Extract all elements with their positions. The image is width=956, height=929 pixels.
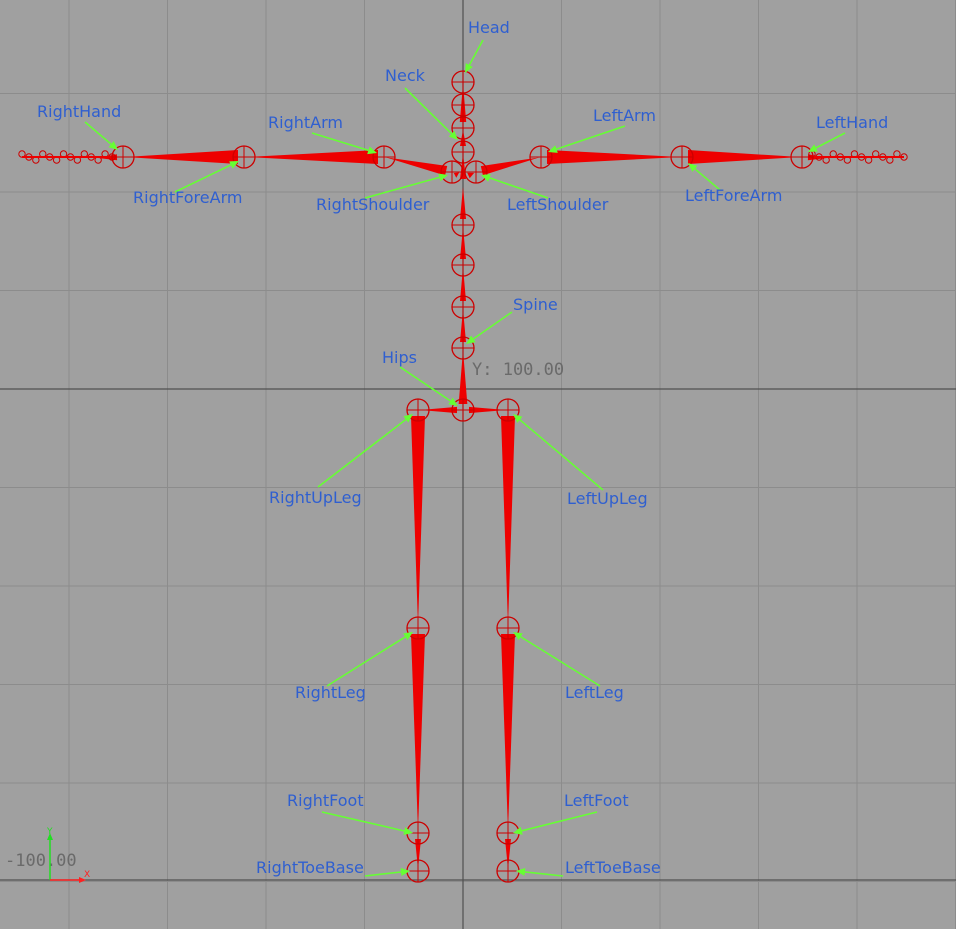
skeleton-viewport[interactable]: Head Neck RightHand RightArm LeftArm LeftHand…: [0, 0, 956, 929]
bone-l-clav: [467, 172, 475, 179]
x-axis-label: X: [84, 870, 90, 880]
bone-r-thigh: [411, 416, 425, 626]
bone-r-forearm: [125, 150, 238, 164]
label-left-hand: LeftHand: [816, 113, 888, 132]
label-left-fore-arm: LeftForeArm: [685, 186, 782, 205]
joint-right-fore-arm[interactable]: [232, 145, 256, 169]
joint-spine-segment[interactable]: [451, 213, 475, 237]
pointer-arrowhead: [516, 867, 526, 876]
pointer-right-leg: [326, 636, 406, 687]
label-right-hand: RightHand: [37, 102, 121, 121]
label-neck: Neck: [385, 66, 426, 85]
label-right-fore-arm: RightForeArm: [133, 188, 242, 207]
pointer-right-toe-base: [364, 871, 402, 877]
joint-spine-segment[interactable]: [451, 295, 475, 319]
label-right-up-leg: RightUpLeg: [269, 488, 362, 507]
pointer-right-arm: [311, 132, 369, 152]
bone-l-shin: [501, 634, 515, 831]
label-left-shoulder: LeftShoulder: [507, 195, 609, 214]
pointer-arrowhead: [400, 868, 410, 876]
pointer-spine: [472, 311, 513, 340]
pointer-hips: [399, 366, 451, 402]
label-left-up-leg: LeftUpLeg: [567, 489, 648, 508]
label-left-leg: LeftLeg: [565, 683, 624, 702]
joint-right-arm[interactable]: [372, 145, 396, 169]
joint-right-toe-base[interactable]: [406, 859, 430, 883]
pointer-right-hand: [84, 121, 112, 145]
pointer-left-toe-base: [524, 871, 564, 877]
joint-right-shoulder[interactable]: [440, 160, 464, 184]
joint-right-hand[interactable]: [111, 145, 135, 169]
label-right-shoulder: RightShoulder: [316, 195, 430, 214]
label-left-foot: LeftFoot: [564, 791, 629, 810]
corner-coordinate-readout: -100.00: [5, 851, 77, 871]
pointer-arrowhead: [466, 335, 476, 344]
pointer-left-arm: [556, 125, 626, 150]
joint-left-toe-base[interactable]: [496, 859, 520, 883]
bone-r-shin: [411, 634, 425, 831]
label-right-arm: RightArm: [268, 113, 343, 132]
pointer-right-up-leg: [317, 418, 407, 488]
joint-spine-segment[interactable]: [451, 253, 475, 277]
joint-spine-segment[interactable]: [451, 140, 475, 164]
label-left-toe-base: LeftToeBase: [565, 858, 661, 877]
pointer-left-leg: [520, 636, 601, 687]
pointer-arrowhead: [438, 173, 448, 182]
label-right-foot: RightFoot: [287, 791, 364, 810]
y-axis-label: Y: [46, 827, 53, 837]
joint-left-hand[interactable]: [790, 145, 814, 169]
pointer-left-hand: [815, 132, 846, 149]
bone-r-clav: [453, 172, 460, 178]
bone-l-thigh: [501, 416, 515, 626]
label-spine: Spine: [513, 295, 558, 314]
y-coordinate-readout: Y: 100.00: [472, 360, 564, 380]
label-right-toe-base: RightToeBase: [256, 858, 364, 877]
label-hips: Hips: [382, 348, 417, 367]
pointer-neck: [404, 87, 453, 135]
grid: [0, 0, 956, 929]
joint-head[interactable]: [451, 70, 475, 94]
label-right-leg: RightLeg: [295, 683, 366, 702]
label-left-arm: LeftArm: [593, 106, 656, 125]
bone-l-forearm: [688, 150, 800, 164]
pointer-right-foot: [321, 811, 405, 832]
label-pointers: [84, 39, 846, 877]
skeleton-canvas[interactable]: Head Neck RightHand RightArm LeftArm LeftHand…: [0, 0, 956, 929]
pointer-head: [468, 39, 484, 66]
pointer-left-foot: [521, 811, 598, 832]
joint-left-shoulder[interactable]: [464, 160, 488, 184]
label-head: Head: [468, 18, 510, 37]
joint-spine-segment[interactable]: [451, 93, 475, 117]
joint-left-arm[interactable]: [529, 145, 553, 169]
